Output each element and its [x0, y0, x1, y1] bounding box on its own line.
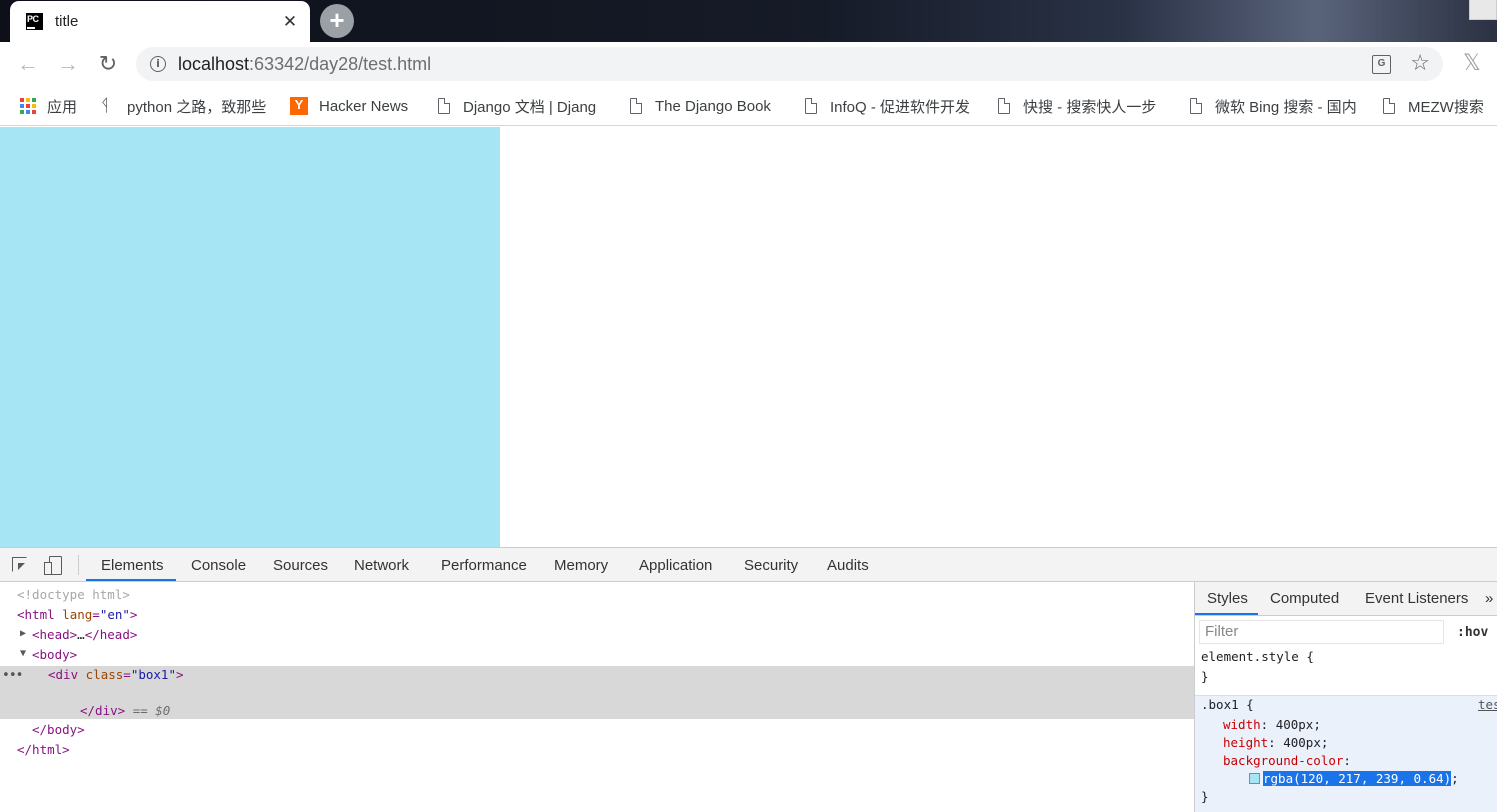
rule-close-brace: }: [1201, 789, 1209, 804]
body-close-node[interactable]: </body>: [32, 721, 85, 738]
collapse-triangle-icon[interactable]: ▼: [20, 648, 26, 659]
bookmark-label: InfoQ - 促进软件开发: [830, 98, 971, 116]
tab-elements[interactable]: Elements: [101, 557, 164, 574]
browser-tab[interactable]: PC title ✕: [10, 1, 310, 42]
info-icon[interactable]: i: [150, 56, 166, 72]
back-arrow-icon[interactable]: ←: [16, 52, 40, 76]
window-control[interactable]: [1469, 0, 1497, 20]
forward-arrow-icon[interactable]: →: [56, 52, 80, 76]
tab-styles[interactable]: Styles: [1207, 590, 1248, 607]
more-tabs-icon[interactable]: »: [1485, 590, 1493, 607]
prop-height[interactable]: height: 400px;: [1223, 734, 1328, 751]
bookmarks-bar: 应用 ᛩ python 之路，致那些 Y Hacker News Django …: [0, 86, 1497, 126]
page-viewport: [0, 127, 1497, 547]
tab-memory[interactable]: Memory: [554, 557, 608, 574]
head-node[interactable]: <head>…</head>: [32, 626, 137, 643]
bookmark-label: 快搜 - 搜索快人一步: [1023, 98, 1157, 116]
div-box1-node[interactable]: <div class="box1">: [48, 666, 184, 683]
tab-audits[interactable]: Audits: [827, 557, 869, 574]
tab-strip: PC title ✕ +: [0, 0, 1497, 42]
pycharm-favicon-icon: PC: [26, 13, 43, 30]
rule-close-brace: }: [1201, 669, 1209, 684]
element-style-rule[interactable]: element.style {: [1201, 648, 1314, 665]
page-icon: [630, 98, 642, 114]
divider: [78, 555, 79, 575]
html-close-node[interactable]: </html>: [17, 741, 70, 758]
bookmark-apps[interactable]: 应用: [20, 96, 77, 116]
bookmark-hacker-news[interactable]: Y Hacker News: [290, 96, 408, 116]
tab-event-listeners[interactable]: Event Listeners: [1365, 590, 1468, 607]
bookmark-label: 应用: [47, 98, 78, 116]
devtools-panel: Elements Console Sources Network Perform…: [0, 547, 1497, 812]
tab-performance[interactable]: Performance: [441, 557, 527, 574]
tab-network[interactable]: Network: [354, 557, 409, 574]
tab-title: title: [55, 13, 79, 30]
close-tab-icon[interactable]: ✕: [282, 12, 298, 32]
browser-toolbar: ← → ↻ i localhost:63342/day28/test.html …: [0, 42, 1497, 86]
bookmark-label: MEZW搜索: [1408, 98, 1484, 116]
tab-computed[interactable]: Computed: [1270, 590, 1339, 607]
styles-tab-bar: Styles Computed Event Listeners »: [1195, 582, 1497, 616]
active-tab-indicator: [86, 579, 176, 581]
translate-icon[interactable]: G: [1372, 55, 1391, 74]
body-node[interactable]: <body>: [32, 646, 77, 663]
reload-icon[interactable]: ↻: [96, 52, 120, 76]
bookmark-star-icon[interactable]: ☆: [1410, 50, 1430, 76]
tab-security[interactable]: Security: [744, 557, 798, 574]
bookmark-label: Django 文档 | Djang: [463, 98, 597, 116]
prop-background-color[interactable]: background-color:: [1223, 752, 1351, 769]
address-bar[interactable]: i localhost:63342/day28/test.html G ☆: [136, 47, 1443, 81]
hover-state-toggle[interactable]: :hov: [1457, 625, 1488, 640]
page-icon: [1190, 98, 1202, 114]
python-icon: ᛩ: [100, 96, 111, 116]
styles-pane: Styles Computed Event Listeners » Filter…: [1194, 582, 1497, 812]
box1-div: [0, 127, 500, 547]
bg-color-value[interactable]: rgba(120, 217, 239, 0.64);: [1249, 770, 1459, 787]
page-icon: [438, 98, 450, 114]
url-text[interactable]: localhost:63342/day28/test.html: [178, 54, 431, 75]
page-icon: [805, 98, 817, 114]
bookmark-django-docs[interactable]: Django 文档 | Djang: [438, 96, 605, 116]
doctype-node[interactable]: <!doctype html>: [17, 586, 130, 603]
tab-application[interactable]: Application: [639, 557, 712, 574]
page-icon: [998, 98, 1010, 114]
tab-sources[interactable]: Sources: [273, 557, 328, 574]
bookmark-label: 微软 Bing 搜索 - 国内: [1215, 98, 1357, 116]
bookmark-label: The Django Book: [655, 97, 771, 115]
more-options-icon[interactable]: •••: [2, 668, 24, 683]
new-tab-button[interactable]: +: [320, 4, 354, 38]
expand-triangle-icon[interactable]: ▶: [20, 628, 26, 639]
bookmark-infoq[interactable]: InfoQ - 促进软件开发: [805, 96, 973, 116]
active-tab-indicator: [1195, 613, 1258, 615]
html-node[interactable]: <html lang="en">: [17, 606, 137, 623]
devtools-tab-bar: Elements Console Sources Network Perform…: [0, 547, 1497, 582]
source-link[interactable]: tes: [1478, 697, 1497, 712]
bookmark-kuaisou[interactable]: 快搜 - 搜索快人一步: [998, 96, 1161, 116]
bookmark-label: python 之路，致那些: [127, 98, 267, 116]
style-rules: element.style { } .box1 { tes width: 400…: [1195, 648, 1497, 812]
prop-width[interactable]: width: 400px;: [1223, 716, 1321, 733]
bookmark-mezw[interactable]: MEZW搜索: [1383, 96, 1484, 116]
bookmark-django-book[interactable]: The Django Book: [630, 96, 771, 116]
color-swatch[interactable]: [1249, 773, 1260, 784]
box1-selector[interactable]: .box1 {: [1201, 696, 1254, 713]
div-close-node[interactable]: </div> == $0: [80, 702, 170, 719]
ycombinator-icon: Y: [290, 97, 308, 115]
page-icon: [1383, 98, 1395, 114]
styles-filter-input[interactable]: Filter: [1199, 620, 1444, 644]
bookmark-label: Hacker News: [319, 97, 409, 115]
inspect-element-icon[interactable]: [12, 557, 27, 572]
bookmark-bing[interactable]: 微软 Bing 搜索 - 国内: [1190, 96, 1358, 116]
elements-tree: ••• <!doctype html> <html lang="en"> ▶ <…: [0, 582, 1194, 812]
tab-console[interactable]: Console: [191, 557, 246, 574]
apps-grid-icon: [20, 98, 36, 114]
device-toolbar-icon[interactable]: [44, 556, 62, 575]
extension-icon[interactable]: 𝕏: [1463, 51, 1481, 76]
selected-color-value[interactable]: rgba(120, 217, 239, 0.64): [1263, 771, 1452, 786]
bookmark-python[interactable]: ᛩ python 之路，致那些: [100, 96, 269, 116]
